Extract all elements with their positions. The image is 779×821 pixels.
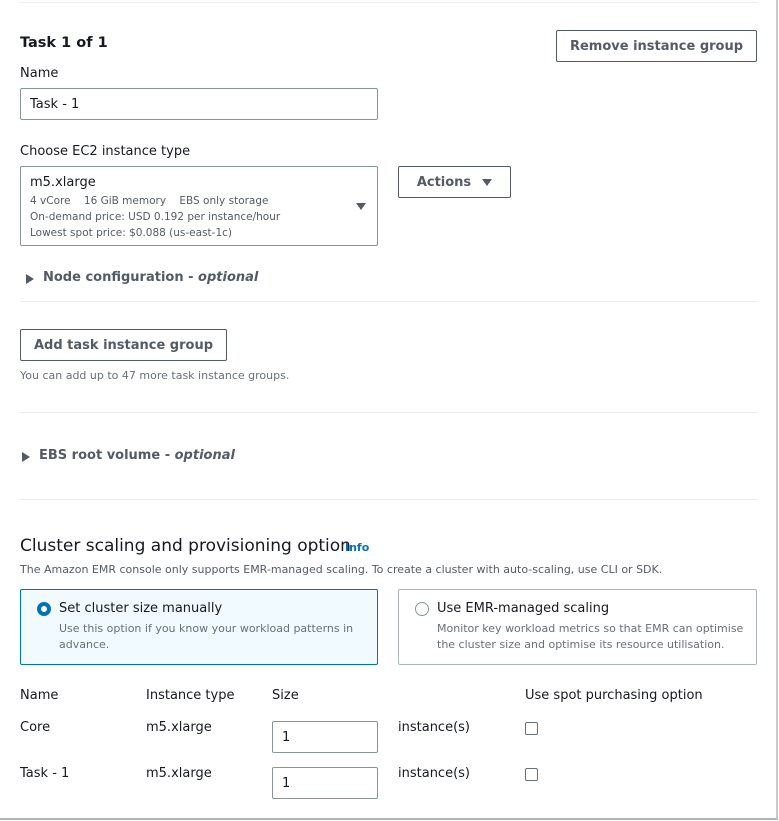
row-instance-type: m5.xlarge xyxy=(146,720,212,735)
core-size-input[interactable]: 1 xyxy=(272,721,378,753)
option-set-size-manually[interactable]: Set cluster size manually Use this optio… xyxy=(20,589,378,665)
info-link[interactable]: Info xyxy=(345,541,369,554)
remove-instance-group-button[interactable]: Remove instance group xyxy=(556,30,757,62)
row-instance-type: m5.xlarge xyxy=(146,766,212,781)
lowest-spot-price: Lowest spot price: $0.088 (us-east-1c) xyxy=(30,227,232,239)
core-spot-checkbox[interactable] xyxy=(525,722,538,735)
row-unit: instance(s) xyxy=(398,720,470,735)
caret-down-icon xyxy=(482,178,493,186)
on-demand-price: On-demand price: USD 0.192 per instance/… xyxy=(30,211,281,223)
radio-selected-icon[interactable] xyxy=(37,602,51,616)
optional-tag: optional xyxy=(198,270,259,285)
caret-right-icon xyxy=(26,274,34,284)
size-value: 1 xyxy=(282,729,291,745)
instance-type-value: m5.xlarge xyxy=(30,175,96,190)
task-name-input[interactable]: Task - 1 xyxy=(20,88,378,120)
task-group-heading: Task 1 of 1 xyxy=(20,35,108,51)
optional-tag: optional xyxy=(174,448,235,463)
add-task-instance-group-button[interactable]: Add task instance group xyxy=(20,329,227,361)
option-description: Use this option if you know your workloa… xyxy=(59,622,354,651)
task-name-value: Task - 1 xyxy=(30,96,80,112)
section-divider xyxy=(20,301,757,302)
ebs-root-volume-label: EBS root volume - optional xyxy=(39,448,235,463)
ebs-root-volume-text: EBS root volume - xyxy=(39,448,175,463)
option-title: Use EMR-managed scaling xyxy=(437,601,610,616)
size-value: 1 xyxy=(282,775,291,791)
radio-unselected-icon[interactable] xyxy=(415,602,429,616)
row-name: Task - 1 xyxy=(20,766,70,781)
node-configuration-text: Node configuration - xyxy=(43,270,199,285)
add-task-hint: You can add up to 47 more task instance … xyxy=(20,369,290,382)
ebs-root-volume-expander[interactable]: EBS root volume - optional xyxy=(20,448,240,466)
column-header-name: Name xyxy=(20,688,59,703)
actions-label: Actions xyxy=(416,174,472,190)
row-unit: instance(s) xyxy=(398,766,470,781)
scaling-description: The Amazon EMR console only supports EMR… xyxy=(20,563,663,576)
section-divider xyxy=(20,412,757,413)
caret-right-icon xyxy=(22,452,30,462)
top-divider xyxy=(20,2,757,3)
column-header-instance-type: Instance type xyxy=(146,688,235,703)
row-name: Core xyxy=(20,720,51,735)
column-header-spot: Use spot purchasing option xyxy=(525,688,703,703)
option-title: Set cluster size manually xyxy=(59,601,223,616)
name-label: Name xyxy=(20,66,59,81)
actions-button[interactable]: Actions xyxy=(398,166,511,198)
option-description: Monitor key workload metrics so that EMR… xyxy=(437,622,744,651)
task-spot-checkbox[interactable] xyxy=(525,768,538,781)
column-header-size: Size xyxy=(272,688,299,703)
instance-type-label: Choose EC2 instance type xyxy=(20,144,191,159)
section-divider xyxy=(20,499,757,500)
caret-down-icon xyxy=(356,203,366,210)
option-emr-managed-scaling[interactable]: Use EMR-managed scaling Monitor key work… xyxy=(398,589,757,665)
scaling-section-title: Cluster scaling and provisioning option xyxy=(20,536,351,556)
task-size-input[interactable]: 1 xyxy=(272,767,378,799)
instance-type-select[interactable]: m5.xlarge 4 vCore 16 GiB memory EBS only… xyxy=(20,166,378,246)
instance-specs: 4 vCore 16 GiB memory EBS only storage xyxy=(30,195,269,207)
node-configuration-label: Node configuration - optional xyxy=(43,270,258,285)
node-configuration-expander[interactable]: Node configuration - optional xyxy=(20,270,280,288)
